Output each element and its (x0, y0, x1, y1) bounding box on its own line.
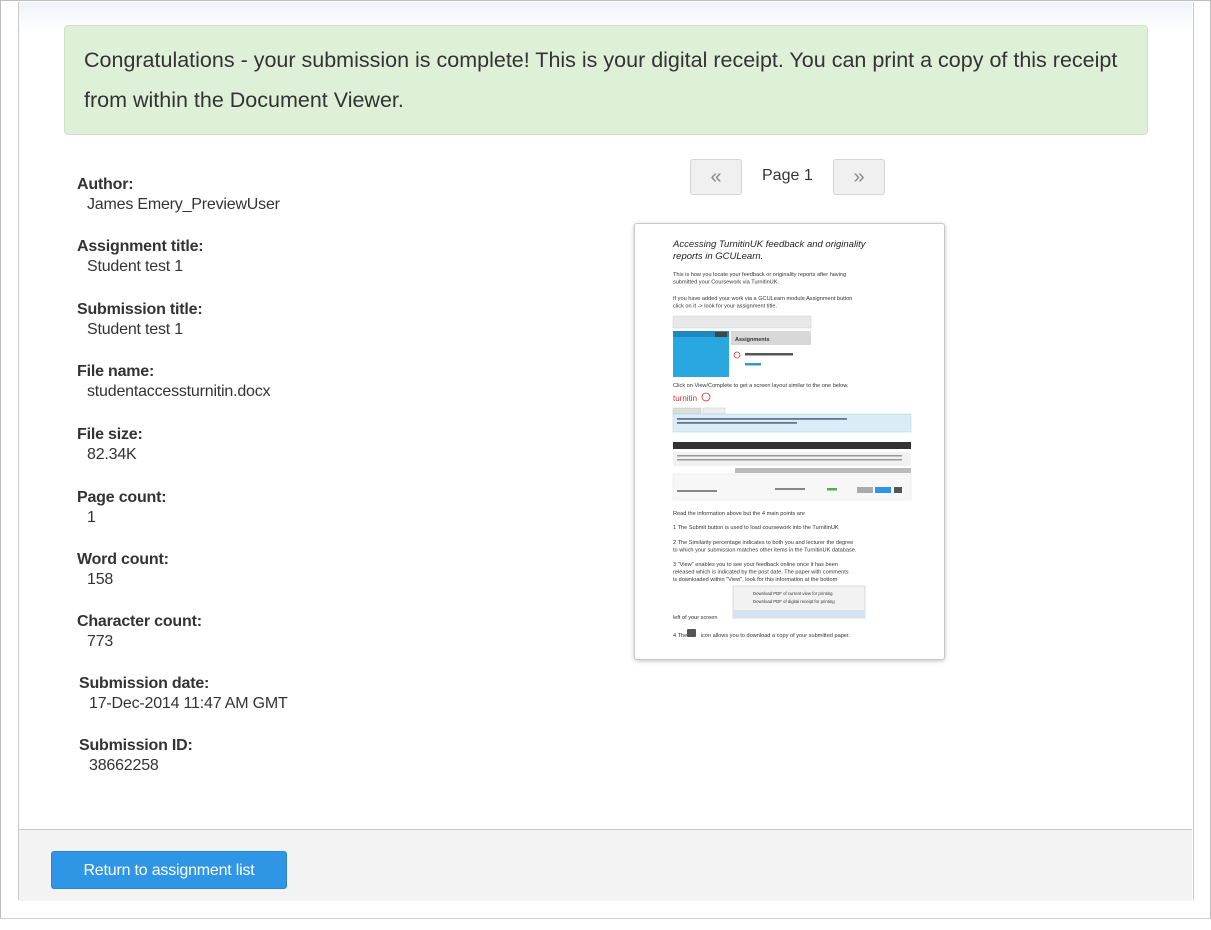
file-name-field: File name: studentaccessturnitin.docx (77, 362, 477, 402)
preview-turnitin-logo: turnitin (673, 394, 697, 403)
previous-page-button[interactable]: « (690, 159, 742, 195)
character-count-field: Character count: 773 (77, 612, 477, 652)
word-count-label: Word count: (77, 551, 169, 568)
bottom-edge (0, 918, 1211, 930)
svg-text:1 The Submit button is used to: 1 The Submit button is used to load cour… (673, 525, 839, 531)
submission-id-label: Submission ID: (79, 737, 193, 754)
preview-title-line-1: Accessing TurnitinUK feedback and origin… (672, 239, 867, 250)
file-size-value: 82.34K (87, 446, 137, 463)
success-message: Congratulations - your submission is com… (84, 48, 1118, 112)
page-number-label: Page 1 (762, 167, 813, 184)
submission-date-field: Submission date: 17-Dec-2014 11:47 AM GM… (79, 674, 479, 714)
file-size-label: File size: (77, 426, 143, 443)
svg-text:Accessing TurnitinUK feedback: Accessing TurnitinUK feedback and origin… (672, 239, 868, 262)
submission-title-field: Submission title: Student test 1 (77, 300, 477, 340)
preview-assignments-heading: Assignments (735, 337, 770, 343)
word-count-field: Word count: 158 (77, 550, 477, 590)
svg-text:If you have added your work vi: If you have added your work via a GCULea… (673, 296, 854, 310)
author-label: Author: (77, 176, 134, 193)
author-value: James Emery_PreviewUser (87, 196, 280, 213)
svg-text:3 "View" enables you to see yo: 3 "View" enables you to see your feedbac… (673, 562, 850, 583)
author-field: Author: James Emery_PreviewUser (77, 175, 477, 215)
word-count-value: 158 (87, 571, 114, 588)
assignment-title-field: Assignment title: Student test 1 (77, 237, 477, 277)
page-count-label: Page count: (77, 489, 167, 506)
submission-id-field: Submission ID: 38662258 (79, 736, 479, 776)
page-count-field: Page count: 1 (77, 488, 477, 528)
svg-text:Click on View/Complete to get: Click on View/Complete to get a screen l… (673, 383, 849, 389)
svg-text:This is how you locate your fe: This is how you locate your feedback or … (673, 272, 848, 286)
assignment-title-label: Assignment title: (77, 238, 204, 255)
file-size-field: File size: 82.34K (77, 425, 477, 465)
document-preview-thumbnail[interactable]: Accessing TurnitinUK feedback and origin… (634, 223, 945, 660)
submission-title-value: Student test 1 (87, 321, 183, 338)
submission-date-label: Submission date: (79, 675, 210, 692)
success-alert: Congratulations - your submission is com… (64, 25, 1148, 135)
preview-download-current: Download PDF of current view for printin… (753, 591, 833, 596)
page-count-value: 1 (87, 509, 96, 526)
svg-text:2 The Similarity percentage in: 2 The Similarity percentage indicates to… (673, 540, 857, 554)
character-count-label: Character count: (77, 613, 202, 630)
file-name-label: File name: (77, 363, 155, 380)
receipt-footer: Return to assignment list (19, 829, 1192, 901)
assignment-title-value: Student test 1 (87, 258, 183, 275)
submission-id-value: 38662258 (89, 757, 159, 774)
preview-download-receipt: Download PDF of digital receipt for prin… (753, 599, 835, 604)
return-to-assignment-list-button[interactable]: Return to assignment list (51, 851, 287, 889)
svg-text:left of your screen: left of your screen (673, 615, 717, 621)
svg-text:4 The icon allows you to downl: 4 The icon allows you to download a copy… (673, 633, 850, 639)
svg-text:Read the information above but: Read the information above but the 4 mai… (673, 511, 805, 517)
submission-title-label: Submission title: (77, 301, 203, 318)
preview-title-line-2: reports in GCULearn. (673, 251, 763, 262)
character-count-value: 773 (87, 633, 114, 650)
submission-date-value: 17-Dec-2014 11:47 AM GMT (89, 695, 288, 712)
next-page-button[interactable]: » (833, 159, 885, 195)
file-name-value: studentaccessturnitin.docx (87, 383, 271, 400)
